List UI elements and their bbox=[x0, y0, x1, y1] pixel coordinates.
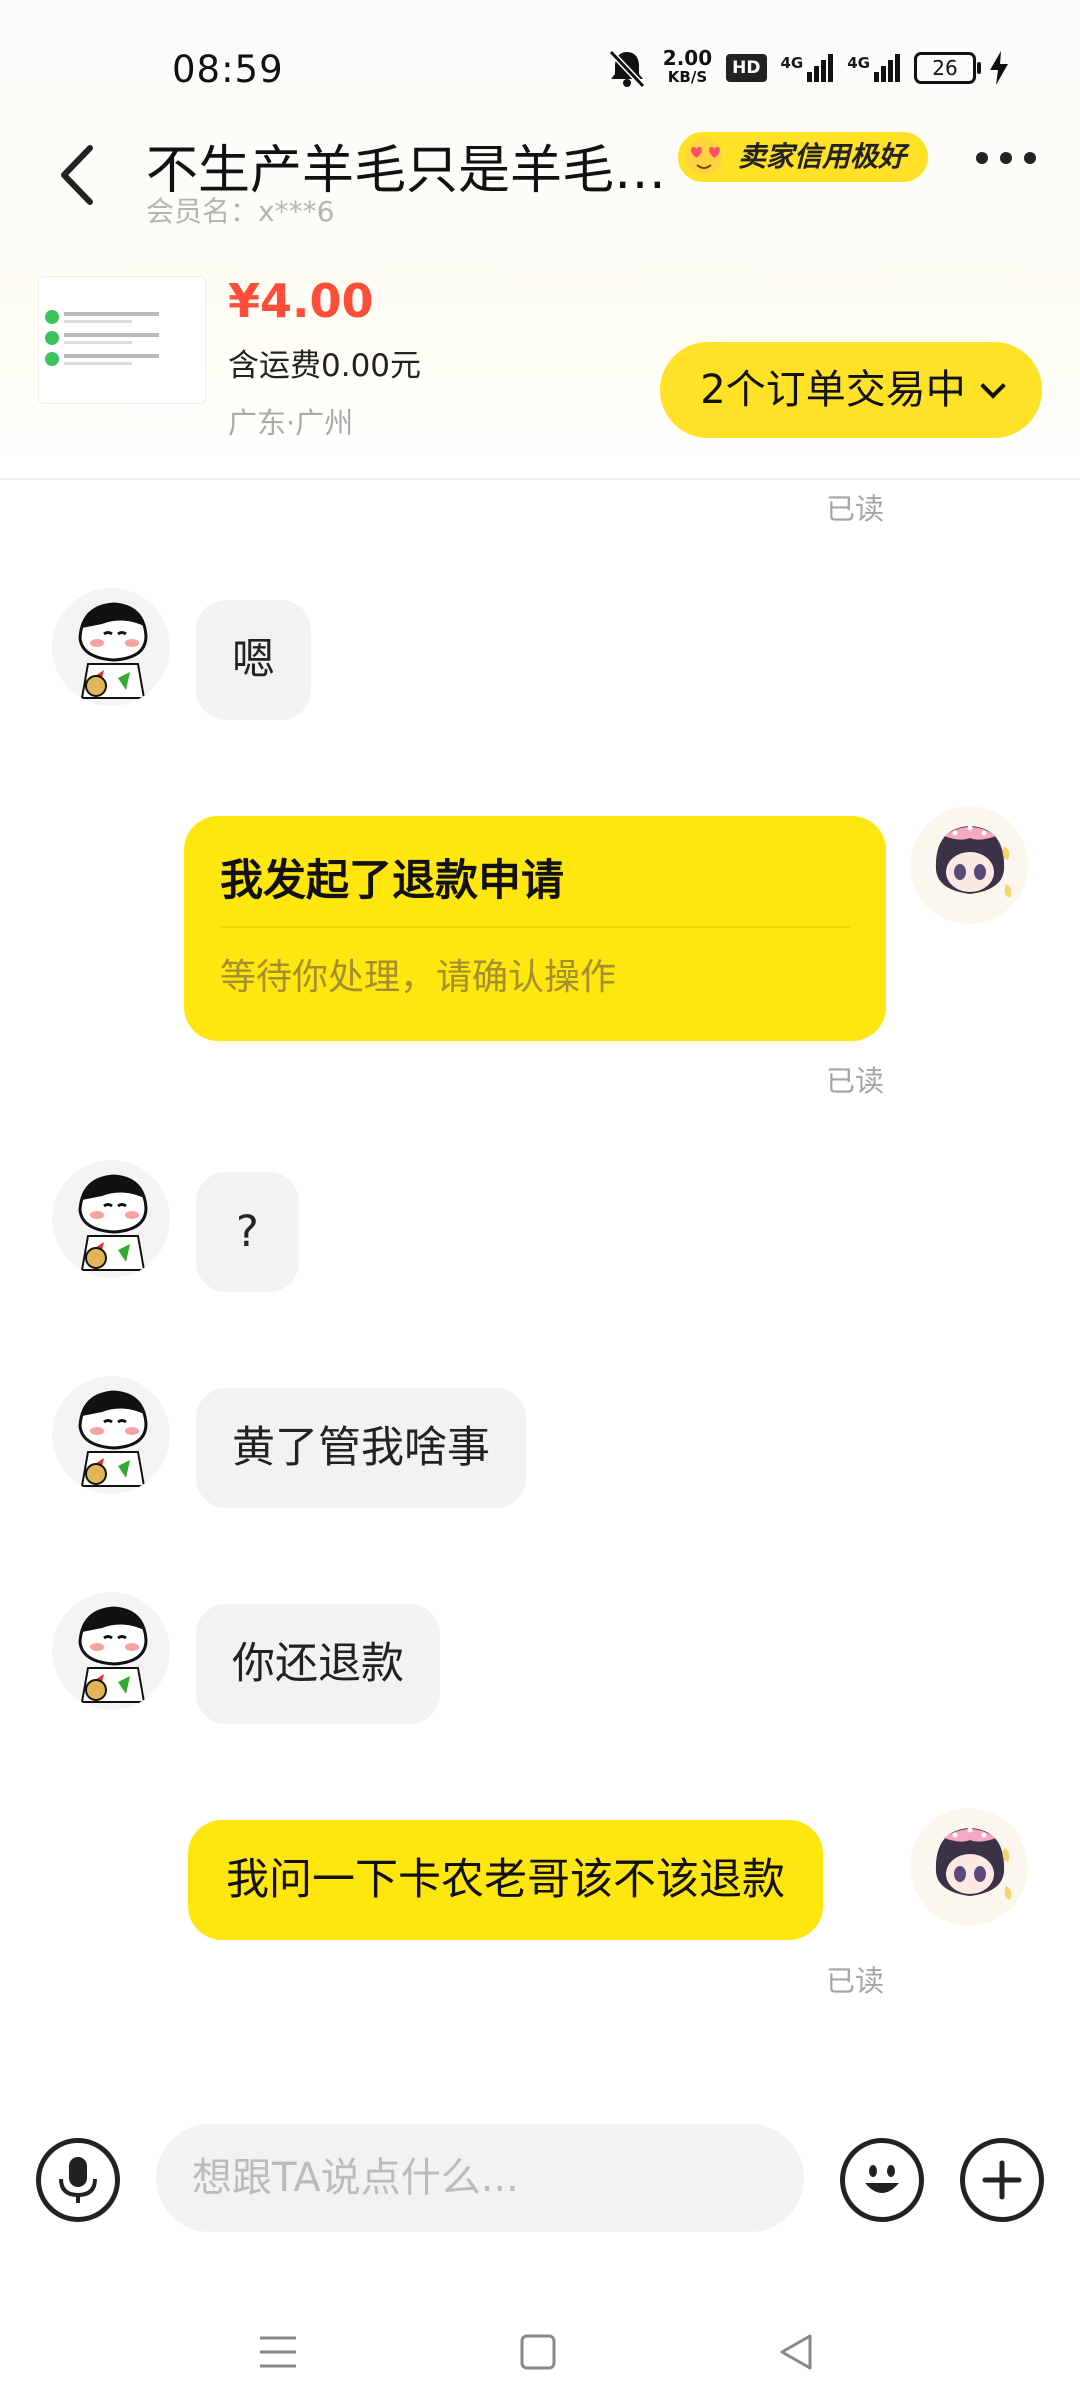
battery-icon: 26 bbox=[914, 52, 981, 84]
refund-card-subtitle: 等待你处理，请确认操作 bbox=[220, 957, 617, 998]
read-status: 已读 bbox=[826, 492, 885, 526]
shipping-fee: 含运费0.00元 bbox=[228, 348, 422, 384]
message-bubble[interactable]: 嗯 bbox=[196, 600, 311, 720]
cartoon-boy-avatar-icon bbox=[52, 588, 170, 706]
anime-girl-avatar-icon bbox=[910, 806, 1028, 924]
signal-2-label: 4G bbox=[847, 54, 870, 72]
message-text: 你还退款 bbox=[232, 1639, 404, 1689]
message-bubble[interactable]: ? bbox=[196, 1172, 299, 1292]
order-summary[interactable]: ¥4.00 含运费0.00元 广东·广州 2个订单交易中 bbox=[0, 262, 1080, 462]
chat-header: 不生产羊毛只是羊毛… 会员名：x***6 卖家信用极好 bbox=[0, 120, 1080, 230]
message-bubble[interactable]: 我问一下卡农老哥该不该退款 bbox=[188, 1820, 823, 1940]
signal-1-label: 4G bbox=[780, 54, 804, 72]
square-icon[interactable] bbox=[518, 2332, 558, 2372]
signal-1-icon: 4G bbox=[781, 54, 834, 82]
orders-button-label: 2个订单交易中 bbox=[700, 367, 966, 413]
cartoon-boy-avatar-icon bbox=[52, 1592, 170, 1710]
triangle-back-icon[interactable] bbox=[776, 2332, 816, 2372]
heart-eyes-icon bbox=[686, 139, 722, 175]
hd-badge: HD bbox=[726, 54, 767, 82]
signal-2-icon: 4G bbox=[847, 54, 900, 82]
net-speed-unit: KB/S bbox=[667, 68, 708, 86]
message-bubble[interactable]: 黄了管我啥事 bbox=[196, 1388, 526, 1508]
order-price: ¥4.00 bbox=[228, 274, 374, 328]
message-text: 我问一下卡农老哥该不该退款 bbox=[226, 1855, 785, 1905]
order-thumbnail[interactable] bbox=[38, 276, 206, 404]
seller-location: 广东·广州 bbox=[228, 406, 354, 440]
status-time: 08:59 bbox=[172, 48, 284, 91]
mute-bell-icon bbox=[608, 49, 645, 88]
credit-badge[interactable]: 卖家信用极好 bbox=[678, 132, 929, 182]
cartoon-boy-avatar-icon bbox=[52, 1160, 170, 1278]
avatar[interactable] bbox=[52, 1592, 170, 1710]
charging-icon bbox=[990, 51, 1008, 85]
net-speed: 2.00 KB/S bbox=[662, 46, 713, 87]
chevron-left-icon[interactable] bbox=[52, 140, 102, 210]
avatar[interactable] bbox=[52, 1160, 170, 1278]
more-icon[interactable] bbox=[976, 152, 1036, 164]
member-name: 会员名：x***6 bbox=[146, 195, 335, 228]
refund-card-title: 我发起了退款申请 bbox=[220, 856, 564, 906]
message-input[interactable] bbox=[156, 2124, 804, 2232]
message-bubble[interactable]: 你还退款 bbox=[196, 1604, 440, 1724]
message-composer bbox=[0, 2100, 1080, 2280]
net-speed-value: 2.00 bbox=[662, 46, 713, 70]
my-avatar[interactable] bbox=[910, 1808, 1028, 1926]
anime-girl-avatar-icon bbox=[910, 1808, 1028, 1926]
mic-icon[interactable] bbox=[36, 2138, 120, 2222]
my-avatar[interactable] bbox=[910, 806, 1028, 924]
read-status: 已读 bbox=[826, 1964, 885, 1998]
smile-icon[interactable] bbox=[840, 2138, 924, 2222]
divider bbox=[0, 478, 1080, 480]
orders-in-progress-button[interactable]: 2个订单交易中 bbox=[660, 342, 1042, 438]
cartoon-boy-avatar-icon bbox=[52, 1376, 170, 1494]
avatar[interactable] bbox=[52, 588, 170, 706]
refund-request-card[interactable]: 我发起了退款申请 等待你处理，请确认操作 bbox=[184, 816, 886, 1041]
refund-card-divider bbox=[220, 926, 850, 928]
credit-badge-label: 卖家信用极好 bbox=[738, 140, 907, 173]
message-text: 嗯 bbox=[232, 635, 275, 685]
message-text: ? bbox=[236, 1207, 259, 1257]
message-text: 黄了管我啥事 bbox=[232, 1423, 490, 1473]
avatar[interactable] bbox=[52, 1376, 170, 1494]
system-nav-bar bbox=[0, 2300, 1080, 2400]
status-icons: 2.00 KB/S HD 4G 4G 26 bbox=[605, 48, 1008, 88]
status-bar: 08:59 2.00 KB/S HD 4G 4G 26 bbox=[0, 0, 1080, 130]
menu-icon[interactable] bbox=[258, 2332, 298, 2372]
chevron-down-icon bbox=[979, 373, 1006, 399]
read-status: 已读 bbox=[826, 1064, 885, 1098]
plus-icon[interactable] bbox=[960, 2138, 1044, 2222]
